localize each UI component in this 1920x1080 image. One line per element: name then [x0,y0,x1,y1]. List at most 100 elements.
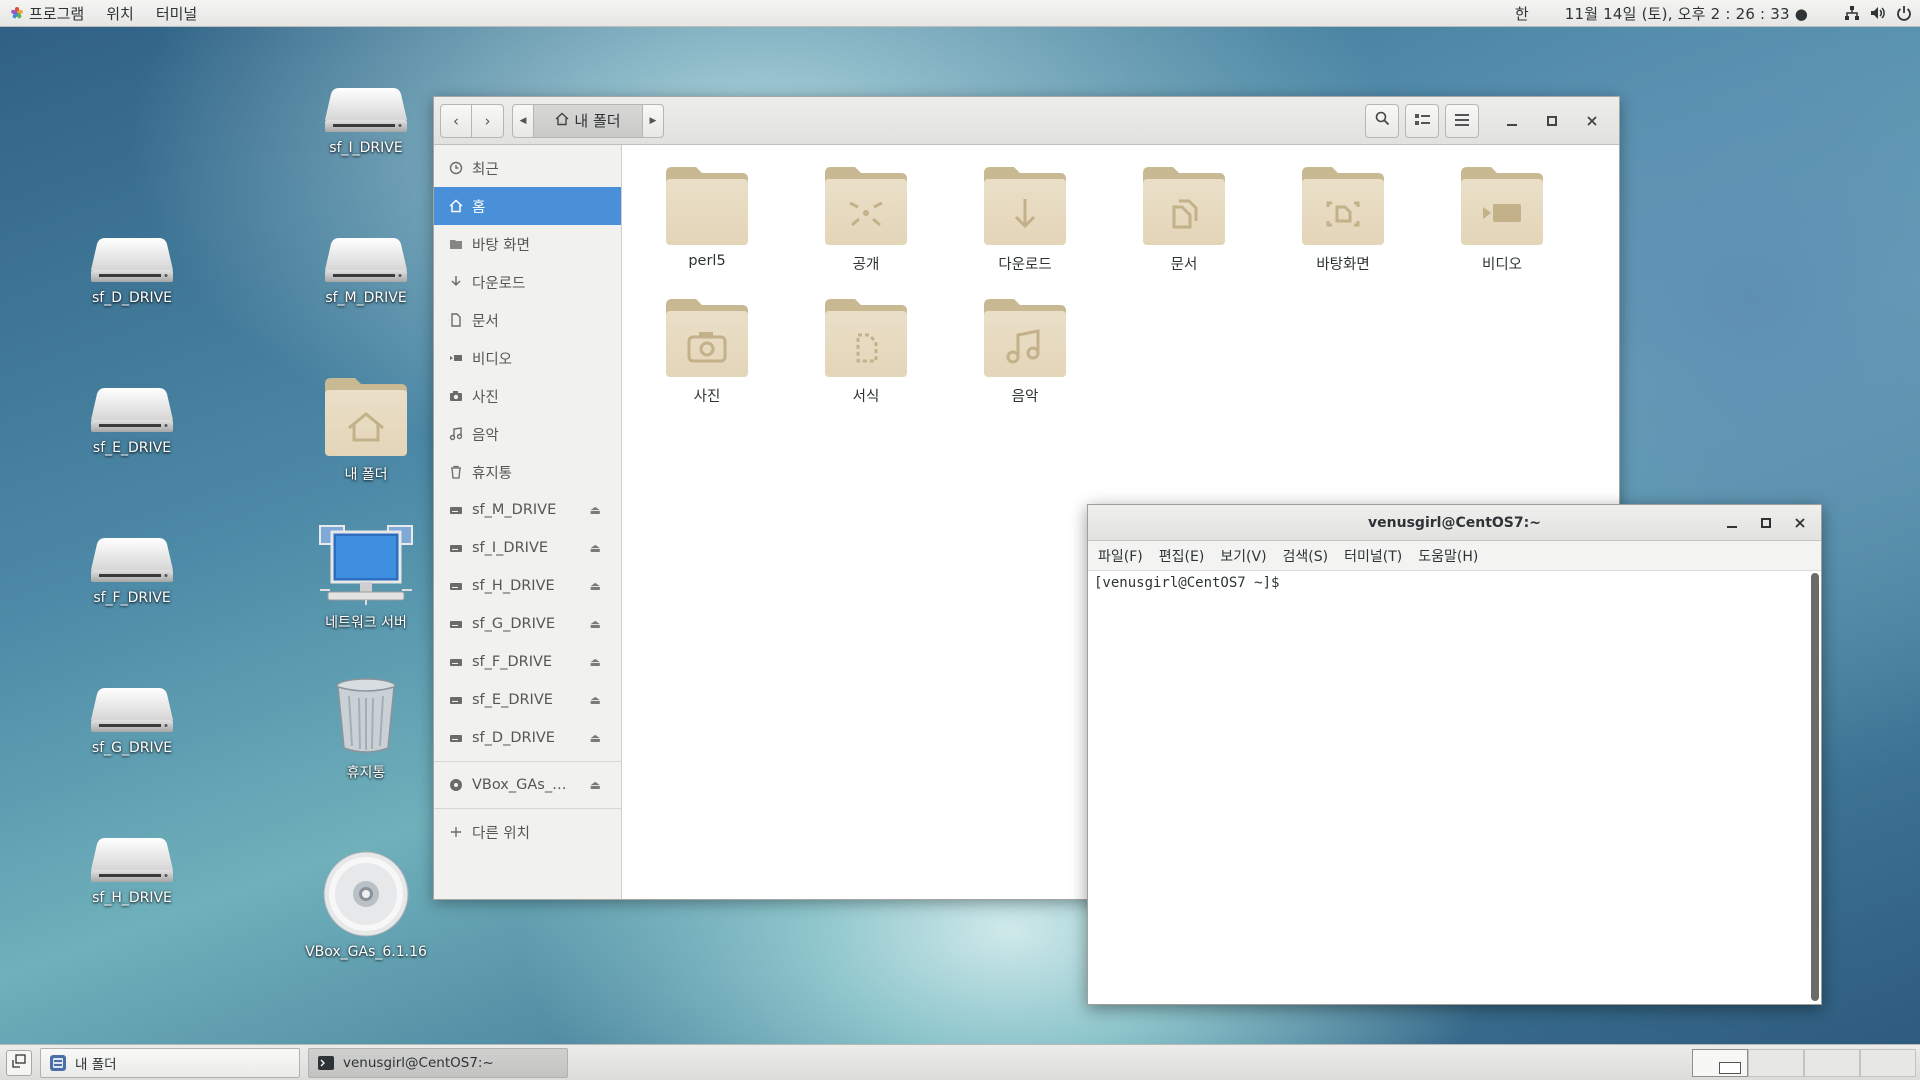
menu-help[interactable]: 도움말(H) [1410,546,1486,566]
terminal-app-menu[interactable]: 터미널 [145,0,208,26]
sidebar-item-sf-h-drive[interactable]: sf_H_DRIVE ⏏ [434,567,621,605]
sidebar-item-sf-m-drive[interactable]: sf_M_DRIVE ⏏ [434,491,621,529]
folder-templates[interactable]: 서식 [801,295,931,406]
desktop-icon-label: sf_E_DRIVE [92,440,172,456]
task-home-folder[interactable]: 내 폴더 [40,1047,300,1078]
desktop-icon-sf-m-drive[interactable]: sf_M_DRIVE [296,236,436,306]
path-bar: ◀ 내 폴더 ▶ [512,103,664,138]
maximize-icon[interactable] [1541,110,1563,132]
view-mode-button[interactable] [1405,103,1439,138]
workspace-4[interactable] [1860,1048,1916,1077]
chevron-right-icon: › [484,111,491,130]
folder-videos[interactable]: 비디오 [1437,163,1567,274]
file-manager-headerbar: ‹ › ◀ 내 폴더 ▶ [434,97,1619,145]
eject-icon[interactable]: ⏏ [590,778,601,792]
desktop-icon-sf-e-drive[interactable]: sf_E_DRIVE [62,386,202,456]
folder-label: 사진 [693,389,721,405]
desktop-icon-sf-g-drive[interactable]: sf_G_DRIVE [62,686,202,756]
sidebar-item-sf-f-drive[interactable]: sf_F_DRIVE ⏏ [434,643,621,681]
folder-public[interactable]: 공개 [801,163,931,274]
menu-edit[interactable]: 편집(E) [1151,546,1213,566]
clock[interactable]: 11월 14일 (토), 오후 2 : 26 : 33 ● [1547,3,1826,24]
task-terminal[interactable]: venusgirl@CentOS7:~ [308,1047,568,1078]
eject-icon[interactable]: ⏏ [590,541,601,555]
sidebar-item-pictures[interactable]: 사진 [434,377,621,415]
folder-download-icon [984,167,1066,245]
desktop-icon-vbox-cdrom[interactable]: VBox_GAs_6.1.16 [296,850,436,960]
close-icon[interactable] [1581,110,1603,132]
places-menu[interactable]: 위치 [95,0,145,26]
drive-icon [448,654,464,670]
folder-perl5[interactable]: perl5 [642,163,772,269]
desktop-icon-sf-f-drive[interactable]: sf_F_DRIVE [62,536,202,606]
eject-icon[interactable]: ⏏ [590,655,601,669]
eject-icon[interactable]: ⏏ [590,579,601,593]
applications-icon [10,7,24,20]
menu-button[interactable] [1445,103,1479,138]
top-panel: 프로그램 위치 터미널 한 11월 14일 (토), 오후 2 : 26 : 3… [0,0,1920,27]
minimize-icon[interactable] [1501,110,1523,132]
sidebar-item-videos[interactable]: 비디오 [434,339,621,377]
sidebar-item-sf-d-drive[interactable]: sf_D_DRIVE ⏏ [434,719,621,757]
workspace-3[interactable] [1804,1048,1860,1077]
folder-documents[interactable]: 문서 [1119,163,1249,274]
sidebar-item-home[interactable]: 홈 [434,187,621,225]
desktop-icon-sf-h-drive[interactable]: sf_H_DRIVE [62,836,202,906]
eject-icon[interactable]: ⏏ [590,731,601,745]
sidebar-item-other-locations[interactable]: 다른 위치 [434,813,621,851]
applications-menu[interactable]: 프로그램 [0,0,95,26]
sidebar-item-sf-i-drive[interactable]: sf_I_DRIVE ⏏ [434,529,621,567]
folder-desktop[interactable]: 바탕화면 [1278,163,1408,274]
menu-view[interactable]: 보기(V) [1212,546,1274,566]
plus-icon [448,824,464,840]
sidebar-item-music[interactable]: 음악 [434,415,621,453]
menu-file[interactable]: 파일(F) [1090,546,1151,566]
show-desktop-button[interactable] [6,1049,32,1076]
hamburger-menu-icon [1455,112,1469,130]
sidebar-item-sf-e-drive[interactable]: sf_E_DRIVE ⏏ [434,681,621,719]
sidebar-item-downloads[interactable]: 다운로드 [434,263,621,301]
terminal-titlebar[interactable]: venusgirl@CentOS7:~ [1088,505,1821,541]
desktop-icon-trash[interactable]: 휴지통 [296,678,436,782]
path-crumb-home[interactable]: 내 폴더 [534,103,642,138]
sidebar-item-sf-g-drive[interactable]: sf_G_DRIVE ⏏ [434,605,621,643]
folder-label: perl5 [688,253,726,269]
desktop-icon-network-server[interactable]: 네트워크 서버 [296,524,436,632]
desktop-icon-sf-d-drive[interactable]: sf_D_DRIVE [62,236,202,306]
maximize-icon[interactable] [1755,512,1777,534]
folder-music[interactable]: 음악 [960,295,1090,406]
system-status-area[interactable] [1826,5,1912,21]
search-button[interactable] [1365,103,1399,138]
path-scroll-left-button[interactable]: ◀ [512,103,534,138]
terminal-screen[interactable]: [venusgirl@CentOS7 ~]$ [1088,571,1821,1004]
input-method-indicator[interactable]: 한 [1497,3,1547,24]
desktop-icon-home-folder[interactable]: 내 폴더 [296,374,436,484]
drive-icon [448,730,464,746]
menu-search[interactable]: 검색(S) [1275,546,1337,566]
sidebar-item-documents[interactable]: 문서 [434,301,621,339]
workspace-2[interactable] [1748,1048,1804,1077]
menu-terminal[interactable]: 터미널(T) [1336,546,1410,566]
terminal-icon [317,1054,335,1072]
video-icon [448,350,464,366]
workspace-1[interactable] [1692,1048,1748,1077]
close-icon[interactable] [1789,512,1811,534]
sidebar-item-label: sf_I_DRIVE [472,540,549,556]
back-button[interactable]: ‹ [440,103,472,138]
sidebar-item-vbox-gas[interactable]: VBox_GAs_… ⏏ [434,766,621,804]
minimize-icon[interactable] [1721,512,1743,534]
desktop-icon-sf-i-drive[interactable]: sf_I_DRIVE [296,86,436,156]
sidebar-item-desktop[interactable]: 바탕 화면 [434,225,621,263]
sidebar-item-recent[interactable]: 최근 [434,149,621,187]
drive-icon [448,616,464,632]
sidebar-item-trash[interactable]: 휴지통 [434,453,621,491]
eject-icon[interactable]: ⏏ [590,617,601,631]
folder-downloads[interactable]: 다운로드 [960,163,1090,274]
eject-icon[interactable]: ⏏ [590,503,601,517]
forward-button[interactable]: › [472,103,504,138]
terminal-scrollbar[interactable] [1811,573,1819,1001]
path-scroll-right-button[interactable]: ▶ [642,103,664,138]
folder-pictures[interactable]: 사진 [642,295,772,406]
folder-label: 서식 [852,389,880,405]
eject-icon[interactable]: ⏏ [590,693,601,707]
